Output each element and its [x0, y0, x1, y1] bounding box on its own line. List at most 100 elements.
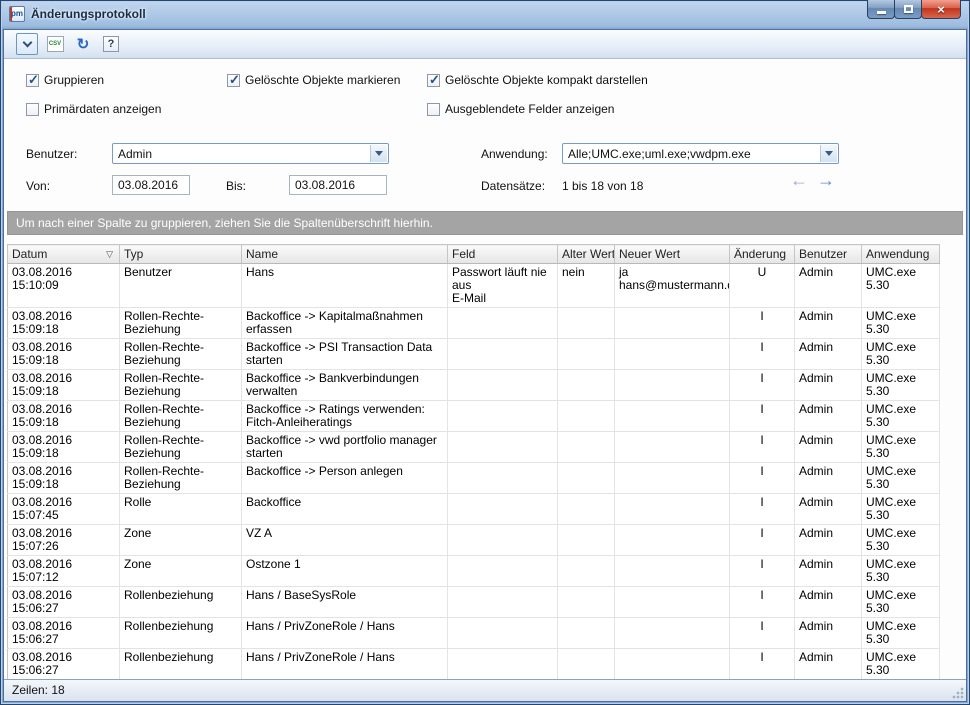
cell-anwendung: UMC.exe 5.30 [862, 370, 940, 401]
cell-benutzer: Admin [795, 525, 862, 556]
sort-indicator-icon: ▽ [106, 249, 113, 260]
group-by-drop-zone[interactable]: Um nach einer Spalte zu gruppieren, zieh… [7, 211, 963, 235]
table-row[interactable]: 03.08.2016 15:07:26 Zone VZ A I Admin UM… [8, 525, 940, 556]
maximize-button[interactable] [894, 0, 922, 19]
chevron-down-icon[interactable] [370, 145, 387, 162]
cell-feld [448, 463, 558, 494]
cell-anwendung: UMC.exe 5.30 [862, 649, 940, 680]
cell-neuer-wert [615, 525, 730, 556]
cell-alter-wert [558, 370, 615, 401]
cell-neuer-wert [615, 370, 730, 401]
anwendung-select[interactable]: Alle;UMC.exe;uml.exe;vwdpm.exe [562, 143, 839, 164]
cell-alter-wert [558, 525, 615, 556]
previous-page-button[interactable]: ← [790, 171, 808, 189]
cell-feld [448, 370, 558, 401]
cell-typ: Rollenbeziehung [120, 618, 242, 649]
table-row[interactable]: 03.08.2016 15:07:12 Zone Ostzone 1 I Adm… [8, 556, 940, 587]
cell-alter-wert [558, 401, 615, 432]
bis-date-input[interactable]: 03.08.2016 [289, 175, 387, 195]
dropdown-triangle-icon [825, 151, 833, 160]
cell-typ: Rollen-Rechte-Beziehung [120, 308, 242, 339]
export-csv-button[interactable]: CSV [44, 33, 66, 55]
window-title: Änderungsprotokoll [31, 7, 146, 21]
column-header-name[interactable]: Name [242, 245, 448, 264]
collapse-filter-panel-button[interactable] [16, 33, 38, 55]
checkbox-geloeschte-objekte-markieren[interactable]: Gelöschte Objekte markieren [227, 73, 400, 87]
checkbox-gruppieren[interactable]: Gruppieren [26, 73, 104, 87]
benutzer-select[interactable]: Admin [112, 143, 389, 164]
cell-feld [448, 556, 558, 587]
cell-name: Backoffice [242, 494, 448, 525]
column-header-neuer-wert[interactable]: Neuer Wert [615, 245, 730, 264]
log-table-body: 03.08.2016 15:10:09 Benutzer Hans Passwo… [8, 264, 940, 680]
cell-neuer-wert [615, 339, 730, 370]
cell-typ: Zone [120, 525, 242, 556]
column-header-benutzer[interactable]: Benutzer [795, 245, 862, 264]
content-area: Gruppieren Gelöschte Objekte markieren G… [4, 59, 966, 679]
column-header-alter-wert[interactable]: Alter Wert [558, 245, 615, 264]
help-button[interactable]: ? [100, 33, 122, 55]
table-row[interactable]: 03.08.2016 15:06:27 Rollenbeziehung Hans… [8, 618, 940, 649]
checkbox-geloeschte-objekte-kompakt[interactable]: Gelöschte Objekte kompakt darstellen [427, 73, 648, 87]
column-header-label: Datum [12, 247, 47, 261]
close-button[interactable]: × [921, 0, 961, 19]
cell-typ: Rollenbeziehung [120, 587, 242, 618]
cell-alter-wert [558, 494, 615, 525]
cell-neuer-wert [615, 401, 730, 432]
title-bar[interactable]: pm Änderungsprotokoll × [0, 0, 970, 29]
column-header-datum[interactable]: ▽ Datum [8, 245, 120, 264]
table-row[interactable]: 03.08.2016 15:09:18 Rollen-Rechte-Bezieh… [8, 370, 940, 401]
aenderungsprotokoll-window: pm Änderungsprotokoll × CSV ↻ ? Gruppier… [0, 0, 970, 705]
cell-name: Ostzone 1 [242, 556, 448, 587]
table-row[interactable]: 03.08.2016 15:09:18 Rollen-Rechte-Bezieh… [8, 401, 940, 432]
cell-neuer-wert [615, 463, 730, 494]
cell-datum: 03.08.2016 15:09:18 [8, 401, 120, 432]
cell-benutzer: Admin [795, 494, 862, 525]
table-row[interactable]: 03.08.2016 15:09:18 Rollen-Rechte-Bezieh… [8, 432, 940, 463]
refresh-button[interactable]: ↻ [72, 33, 94, 55]
table-row[interactable]: 03.08.2016 15:07:45 Rolle Backoffice I A… [8, 494, 940, 525]
next-page-button[interactable]: → [817, 171, 835, 189]
cell-typ: Rollen-Rechte-Beziehung [120, 401, 242, 432]
minimize-button[interactable] [867, 0, 895, 19]
column-header-feld[interactable]: Feld [448, 245, 558, 264]
cell-benutzer: Admin [795, 649, 862, 680]
table-row[interactable]: 03.08.2016 15:06:27 Rollenbeziehung Hans… [8, 649, 940, 680]
cell-anwendung: UMC.exe 5.30 [862, 339, 940, 370]
cell-feld [448, 401, 558, 432]
von-date-input[interactable]: 03.08.2016 [112, 175, 190, 195]
help-icon: ? [103, 36, 119, 52]
refresh-icon: ↻ [77, 37, 90, 52]
resize-grip[interactable] [952, 687, 964, 699]
chevron-down-icon[interactable] [820, 145, 837, 162]
cell-typ: Rollenbeziehung [120, 649, 242, 680]
column-header-typ[interactable]: Typ [120, 245, 242, 264]
cell-aenderung: I [730, 556, 795, 587]
window-body: CSV ↻ ? Gruppieren Gelöschte Objekte mar… [3, 29, 967, 702]
cell-aenderung: I [730, 525, 795, 556]
cell-anwendung: UMC.exe 5.30 [862, 618, 940, 649]
datensaetze-label: Datensätze: [481, 179, 545, 193]
cell-benutzer: Admin [795, 339, 862, 370]
table-row[interactable]: 03.08.2016 15:09:18 Rollen-Rechte-Bezieh… [8, 308, 940, 339]
cell-datum: 03.08.2016 15:09:18 [8, 432, 120, 463]
checkbox-ausgeblendete-felder-anzeigen[interactable]: Ausgeblendete Felder anzeigen [427, 102, 614, 116]
table-row[interactable]: 03.08.2016 15:06:27 Rollenbeziehung Hans… [8, 587, 940, 618]
cell-aenderung: I [730, 401, 795, 432]
cell-benutzer: Admin [795, 587, 862, 618]
cell-benutzer: Admin [795, 618, 862, 649]
table-row[interactable]: 03.08.2016 15:09:18 Rollen-Rechte-Bezieh… [8, 339, 940, 370]
column-header-aenderung[interactable]: Änderung [730, 245, 795, 264]
checkbox-label: Gelöschte Objekte markieren [245, 73, 400, 87]
maximize-icon [904, 5, 913, 13]
column-header-anwendung[interactable]: Anwendung [862, 245, 940, 264]
checkbox-primaerdaten-anzeigen[interactable]: Primärdaten anzeigen [26, 102, 161, 116]
cell-typ: Rollen-Rechte-Beziehung [120, 463, 242, 494]
cell-neuer-wert [615, 432, 730, 463]
table-row[interactable]: 03.08.2016 15:10:09 Benutzer Hans Passwo… [8, 264, 940, 308]
table-row[interactable]: 03.08.2016 15:09:18 Rollen-Rechte-Bezieh… [8, 463, 940, 494]
anwendung-label: Anwendung: [481, 147, 548, 161]
cell-anwendung: UMC.exe 5.30 [862, 525, 940, 556]
cell-name: Hans [242, 264, 448, 308]
cell-feld [448, 494, 558, 525]
